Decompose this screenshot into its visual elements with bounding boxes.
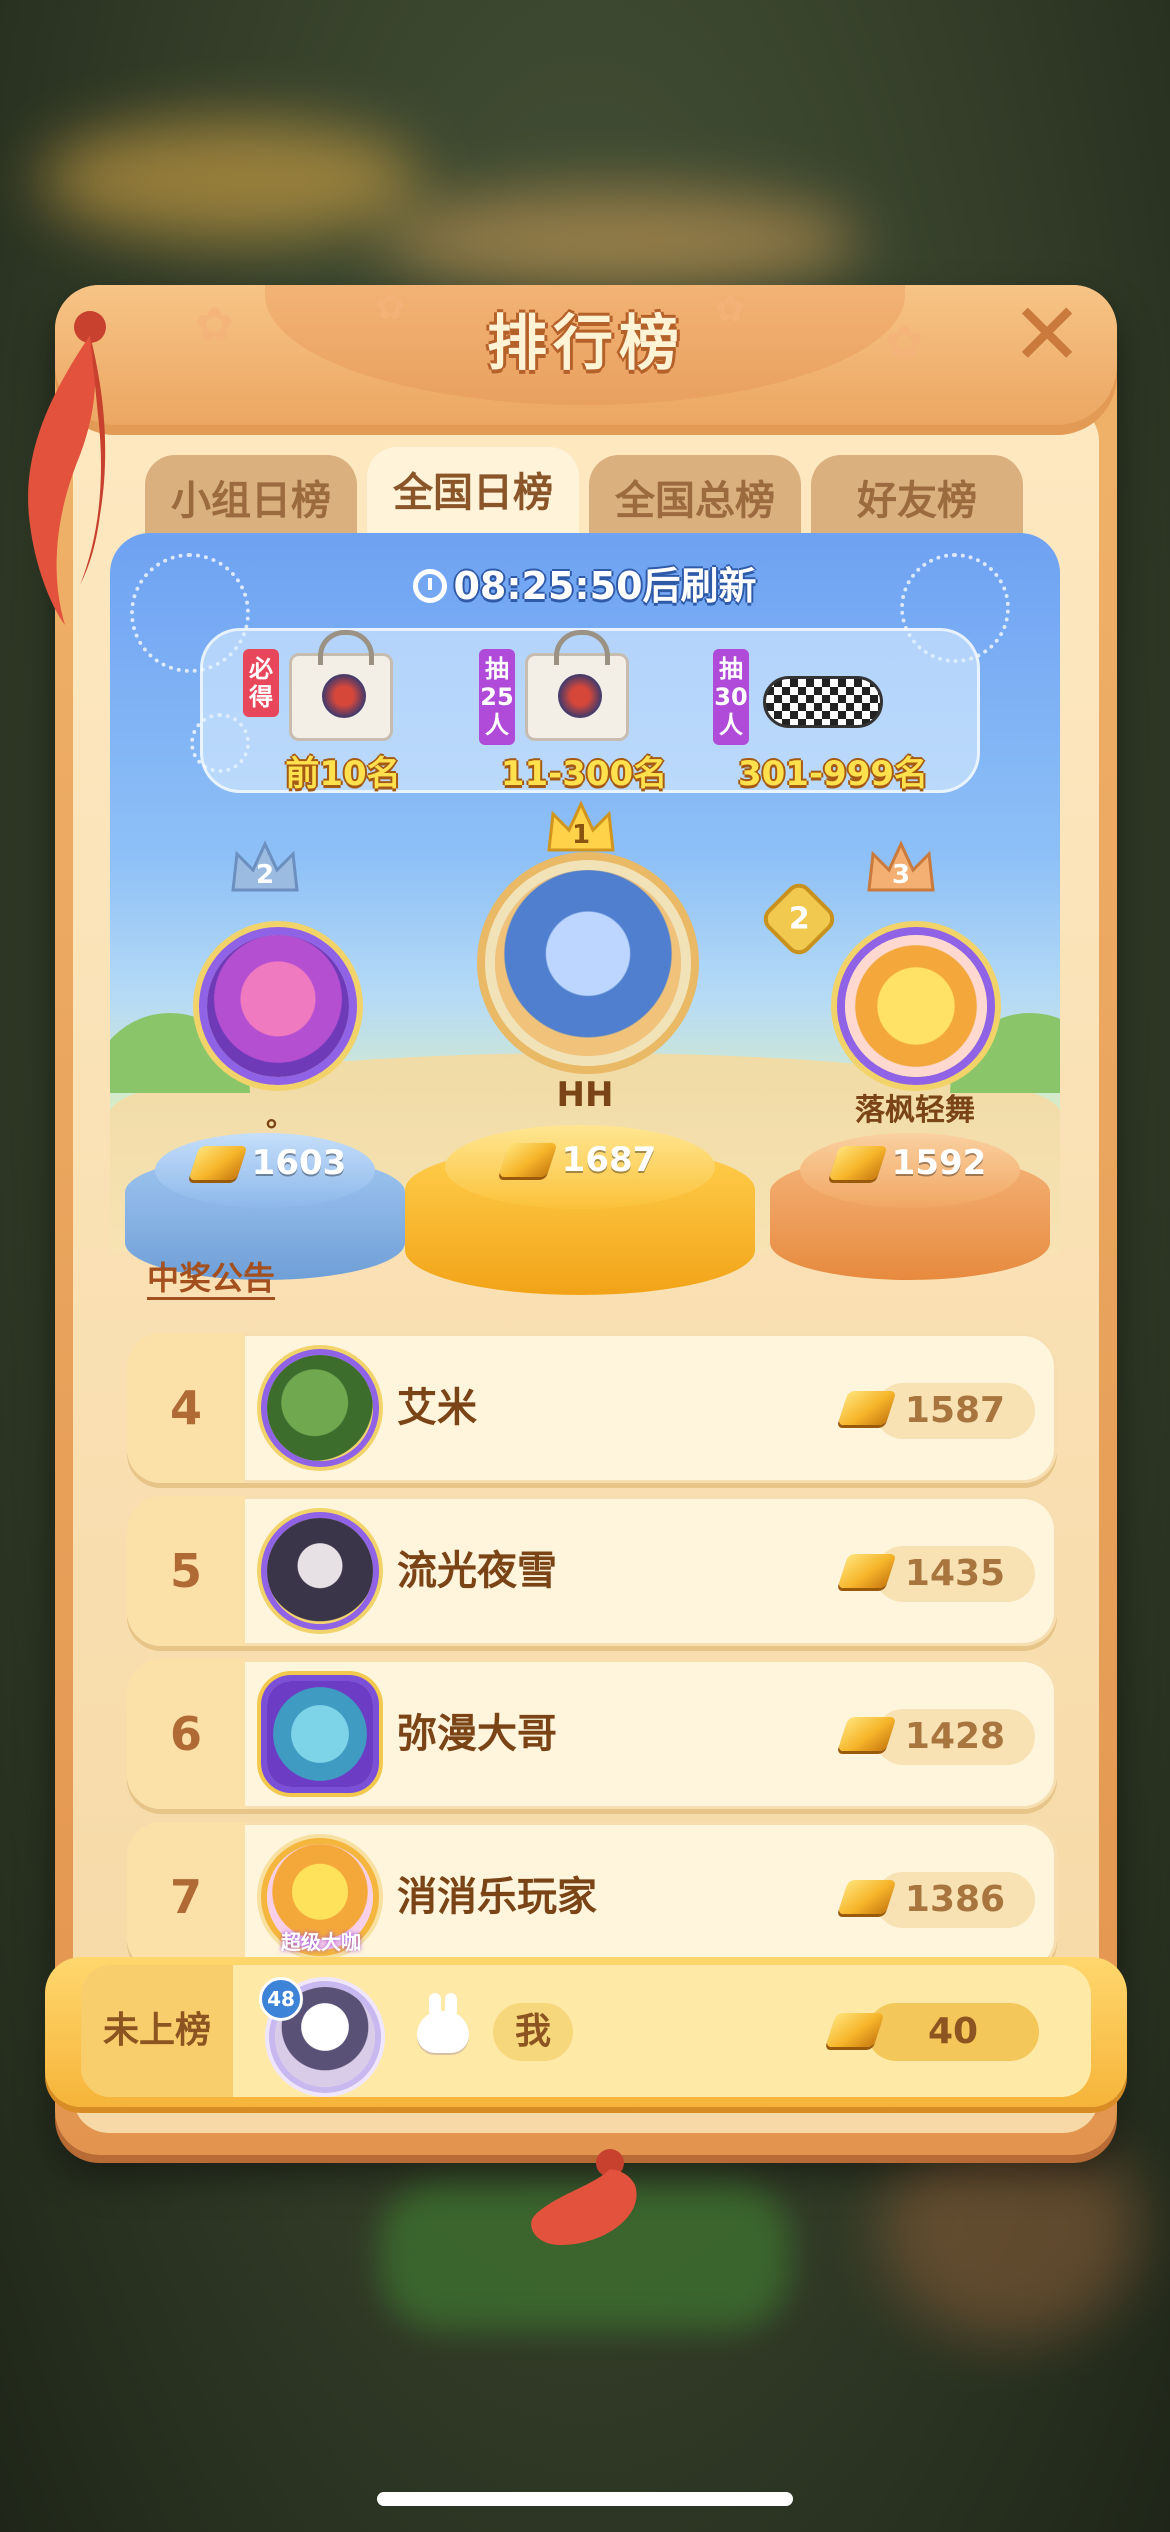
prize-range: 11-300名 <box>500 754 668 794</box>
bronze-crown-icon: 3 <box>865 840 937 896</box>
level-badge: 48 <box>259 1977 303 2021</box>
silver-crown-icon: 2 <box>229 840 301 896</box>
player-score: 1435 <box>875 1546 1035 1602</box>
gold-bar-icon <box>188 1146 248 1180</box>
player-name: 消消乐玩家 <box>397 1874 597 1920</box>
prize-tier-3[interactable]: 抽30人 301-999名 <box>713 631 943 796</box>
avatar-caption: 超级大咖 <box>281 1930 361 1954</box>
podium-name-third: 落枫轻舞 <box>855 1093 975 1128</box>
refresh-suffix: 后刷新 <box>642 564 757 608</box>
refresh-timer: 08:25:50后刷新 <box>110 555 1060 610</box>
podium-name-second: 。 <box>265 1100 294 1133</box>
list-item[interactable]: 7 超级大咖 消消乐玩家 1386 <box>127 1822 1057 1972</box>
prize-tag: 抽25人 <box>479 649 515 745</box>
podium-score-third: 1592 <box>810 1143 1010 1183</box>
tote-bag-icon <box>289 630 393 741</box>
player-score: 1587 <box>875 1383 1035 1439</box>
tab-group-daily[interactable]: 小组日榜 <box>145 455 357 545</box>
my-score: 40 <box>867 2003 1039 2061</box>
rank-number: 4 <box>169 1381 202 1435</box>
gold-bar-icon <box>828 1146 888 1180</box>
rank-number: 6 <box>169 1707 202 1761</box>
podium-score-first: 1687 <box>480 1140 680 1180</box>
list-item[interactable]: 4 艾米 1587 <box>127 1333 1057 1483</box>
avatar-second <box>207 935 349 1077</box>
player-name: 流光夜雪 <box>397 1548 557 1594</box>
leaderboard-panel: ✿ ✿ ✿ ✿ 排行榜 ✕ 小组日榜 全国日榜 全国总榜 好友榜 08:25:5… <box>28 285 1127 2245</box>
player-name: 艾米 <box>397 1385 477 1431</box>
winner-announcement-link[interactable]: 中奖公告 <box>147 1253 275 1299</box>
refresh-countdown: 08:25:50 <box>453 564 643 608</box>
gold-crown-icon: 1 <box>545 800 617 856</box>
gold-bar-icon <box>498 1143 558 1177</box>
checkered-belt-bag-icon <box>763 676 883 728</box>
tab-national-daily[interactable]: 全国日榜 <box>367 447 579 545</box>
rank-number: 7 <box>169 1870 202 1924</box>
tab-bar: 小组日榜 全国日榜 全国总榜 好友榜 <box>145 447 1025 545</box>
prize-tier-1[interactable]: 必得 前10名 <box>243 630 473 796</box>
my-name: 我 <box>493 2003 573 2061</box>
rank-number: 5 <box>169 1544 202 1598</box>
podium-score-second: 1603 <box>175 1143 365 1183</box>
bunny-icon <box>417 1993 469 2053</box>
prize-strip: 必得 前10名 抽25人 11-300名 抽30人 301-999名 <box>200 628 980 796</box>
ranking-list[interactable]: 4 艾米 1587 5 流光夜雪 1435 6 弥漫大哥 1428 7 超级大咖 <box>127 1333 1057 1987</box>
avatar-first <box>495 870 681 1056</box>
prize-range: 前10名 <box>285 754 401 794</box>
podium-name-first: HH <box>556 1075 614 1115</box>
my-rank: 未上榜 <box>102 2010 211 2051</box>
avatar <box>267 1518 373 1624</box>
player-name: 弥漫大哥 <box>397 1711 557 1757</box>
tote-bag-icon <box>525 630 629 741</box>
avatar-third <box>845 935 987 1077</box>
avatar <box>267 1355 373 1461</box>
tab-national-total[interactable]: 全国总榜 <box>589 455 801 545</box>
player-score: 1386 <box>875 1872 1035 1928</box>
game-screen: { "panel": { "title": "排行榜", "close_icon… <box>0 0 1170 2532</box>
panel-title: 排行榜 <box>487 309 685 379</box>
list-item[interactable]: 5 流光夜雪 1435 <box>127 1496 1057 1646</box>
ribbon-decoration-icon <box>531 2149 637 2245</box>
my-rank-row[interactable]: 未上榜 48 我 40 <box>45 1957 1127 2107</box>
prize-tier-2[interactable]: 抽25人 11-300名 <box>479 630 709 796</box>
tab-friends[interactable]: 好友榜 <box>811 455 1023 545</box>
clock-icon <box>413 569 448 603</box>
close-icon[interactable]: ✕ <box>1007 292 1087 378</box>
panel-header: ✿ ✿ ✿ ✿ 排行榜 ✕ <box>55 285 1117 435</box>
list-item[interactable]: 6 弥漫大哥 1428 <box>127 1659 1057 1809</box>
prize-tag: 抽30人 <box>713 649 749 745</box>
prize-tag: 必得 <box>243 649 279 717</box>
player-score: 1428 <box>875 1709 1035 1765</box>
home-indicator[interactable] <box>377 2492 793 2506</box>
avatar <box>267 1681 373 1787</box>
prize-range: 301-999名 <box>737 754 929 794</box>
